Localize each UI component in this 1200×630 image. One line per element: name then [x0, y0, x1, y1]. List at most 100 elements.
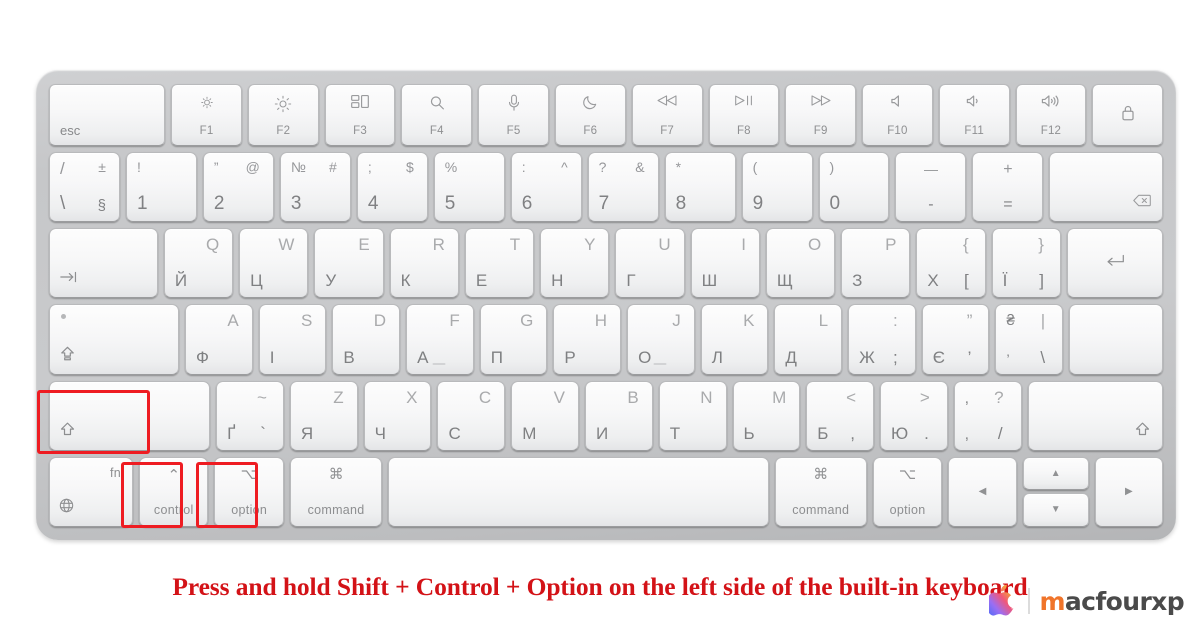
key-minus[interactable]: — - — [895, 152, 967, 223]
key-shift-left[interactable] — [49, 380, 211, 451]
key-period-cyrillic: Ю — [891, 423, 909, 443]
key-delete[interactable] — [1049, 152, 1164, 223]
key-touch-id[interactable] — [1092, 84, 1164, 146]
key-e[interactable]: E У — [314, 228, 384, 299]
key-s[interactable]: S І — [258, 304, 327, 375]
key-q[interactable]: Q Й — [163, 228, 234, 299]
key-f3[interactable]: F3 — [324, 84, 396, 146]
key-2[interactable]: ” 2 @ — [202, 152, 274, 223]
key-quote-cyrillic: Є — [932, 347, 945, 367]
key-arrow-up[interactable]: ▲ — [1022, 456, 1089, 491]
key-arrow-right[interactable]: ▶ — [1094, 456, 1164, 528]
key-esc[interactable]: esc — [49, 84, 166, 146]
key-f12[interactable]: F12 — [1015, 84, 1087, 146]
keyboard: esc F1 F2 F3 F4 F5 F6 F7 F8 F9 F10 F11 F… — [36, 70, 1176, 540]
key-backslash-top-left: / — [60, 159, 65, 178]
key-6[interactable]: : 6 ^ — [510, 152, 582, 223]
key-f8[interactable]: F8 — [708, 84, 780, 146]
key-quote[interactable]: ” Є ’ — [921, 304, 990, 375]
key-period[interactable]: > Ю . — [880, 380, 948, 451]
tab-arrow-icon — [60, 271, 77, 287]
key-c-latin: C — [478, 387, 492, 407]
key-semicolon[interactable]: : Ж ; — [848, 304, 916, 375]
key-o-cyrillic: Щ — [776, 271, 793, 291]
key-fn[interactable]: fn — [49, 456, 133, 528]
key-f4[interactable]: F4 — [401, 84, 473, 146]
key-f2[interactable]: F2 — [247, 84, 319, 146]
key-arrow-left[interactable]: ◀ — [948, 456, 1017, 528]
key-space[interactable] — [388, 456, 769, 528]
key-slash[interactable]: , ? , / — [953, 380, 1022, 451]
key-f11[interactable]: F11 — [938, 84, 1010, 146]
top-letter-row: Q Й W Ц E У R К T Е Y Н U Г I Ш O Щ P З … — [49, 228, 1164, 299]
key-r[interactable]: R К — [389, 228, 459, 299]
key-9[interactable]: ( 9 — [741, 152, 813, 223]
key-option-left[interactable]: ⌥ option — [214, 456, 284, 528]
key-t[interactable]: T Е — [464, 228, 535, 299]
key-f5[interactable]: F5 — [478, 84, 549, 146]
key-command-left[interactable]: ⌘ command — [289, 456, 383, 528]
key-f1[interactable]: F1 — [171, 84, 242, 146]
key-return[interactable] — [1066, 228, 1164, 299]
key-a[interactable]: A Ф — [185, 304, 253, 375]
key-control-left[interactable]: ⌃ control — [139, 456, 209, 528]
key-8[interactable]: * 8 — [664, 152, 736, 223]
key-x[interactable]: X Ч — [363, 380, 432, 451]
key-bracket-right-shift: } — [1038, 235, 1044, 255]
key-f6[interactable]: F6 — [554, 84, 626, 146]
caps-lock-indicator — [61, 314, 66, 320]
key-3[interactable]: № 3 # — [279, 152, 351, 223]
key-d[interactable]: D В — [332, 304, 401, 375]
key-return-lower[interactable] — [1069, 304, 1164, 375]
key-f7[interactable]: F7 — [631, 84, 703, 146]
key-l[interactable]: L Д — [774, 304, 843, 375]
key-j[interactable]: J О — [627, 304, 695, 375]
key-bracket-left[interactable]: { Х [ — [916, 228, 986, 299]
key-tab[interactable] — [49, 228, 158, 299]
key-k[interactable]: K Л — [700, 304, 769, 375]
key-slash-latin: / — [997, 423, 1003, 443]
key-command-right[interactable]: ⌘ command — [774, 456, 867, 528]
key-m[interactable]: M Ь — [732, 380, 801, 451]
key-i[interactable]: I Ш — [690, 228, 760, 299]
key-backslash-bottom-left: \ — [60, 193, 66, 215]
key-comma[interactable]: < Б , — [806, 380, 875, 451]
key-f9[interactable]: F9 — [785, 84, 857, 146]
key-o[interactable]: O Щ — [765, 228, 836, 299]
key-z-latin: Z — [333, 387, 344, 407]
key-option-right[interactable]: ⌥ option — [872, 456, 943, 528]
number-row: / \ ± § ! 1 ” 2 @ № 3 # ; 4 $ % 5 : 6 ^ … — [49, 152, 1164, 223]
key-arrow-down[interactable]: ▼ — [1022, 493, 1089, 528]
key-hryvnia[interactable]: ₴ | ’ \ — [995, 304, 1064, 375]
key-caps-lock[interactable] — [49, 304, 180, 375]
key-bracket-right-latin: ] — [1039, 271, 1044, 291]
key-c[interactable]: C С — [437, 380, 506, 451]
key-b[interactable]: B И — [584, 380, 653, 451]
key-v[interactable]: V М — [511, 380, 579, 451]
key-n[interactable]: N Т — [658, 380, 727, 451]
key-fn-label: fn — [109, 465, 121, 480]
key-4-shift: ; — [367, 159, 372, 175]
key-backslash[interactable]: / \ ± § — [49, 152, 120, 223]
key-h[interactable]: H Р — [553, 304, 622, 375]
key-6-alt: ^ — [561, 159, 568, 175]
key-grave[interactable]: ~ Ґ ` — [216, 380, 284, 451]
key-p[interactable]: P З — [841, 228, 911, 299]
key-g[interactable]: G П — [479, 304, 548, 375]
key-bracket-right[interactable]: } Ї ] — [991, 228, 1061, 299]
key-shift-right[interactable] — [1027, 380, 1164, 451]
key-equals[interactable]: + = — [972, 152, 1044, 223]
key-4[interactable]: ; 4 $ — [356, 152, 428, 223]
key-5[interactable]: % 5 — [433, 152, 505, 223]
key-z-cyrillic: Я — [300, 423, 314, 443]
key-3-shift: № — [290, 159, 306, 175]
key-0[interactable]: ) 0 — [818, 152, 890, 223]
key-w[interactable]: W Ц — [239, 228, 309, 299]
key-u[interactable]: U Г — [615, 228, 685, 299]
key-7[interactable]: ? 7 & — [587, 152, 659, 223]
key-f10[interactable]: F10 — [862, 84, 933, 146]
key-f[interactable]: F А — [406, 304, 474, 375]
key-1[interactable]: ! 1 — [125, 152, 197, 223]
key-z[interactable]: Z Я — [289, 380, 358, 451]
key-y[interactable]: Y Н — [540, 228, 610, 299]
